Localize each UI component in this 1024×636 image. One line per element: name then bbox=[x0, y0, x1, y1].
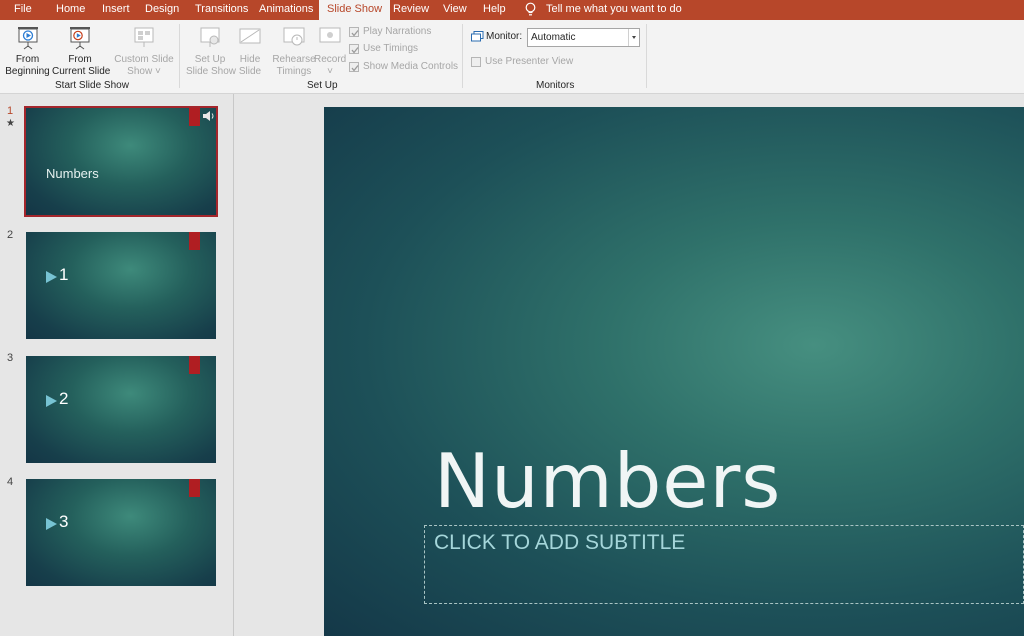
from-current-label-2: Current Slide bbox=[52, 66, 111, 77]
monitor-label: Monitor: bbox=[486, 31, 523, 42]
from-beginning-label-2: Beginning bbox=[5, 66, 50, 77]
slide-thumbnail-1[interactable]: Numbers bbox=[24, 106, 218, 217]
tab-file[interactable]: File bbox=[14, 0, 32, 20]
from-current-slide-button[interactable]: From Current Slide bbox=[52, 25, 111, 78]
use-timings-checkbox[interactable]: Use Timings bbox=[349, 42, 418, 56]
slide-number: 2 bbox=[7, 229, 14, 241]
tag-marker bbox=[189, 356, 200, 374]
custom-slide-show-button[interactable]: Custom Slide Show ˅ bbox=[114, 25, 174, 78]
bullet-triangle-icon bbox=[46, 271, 57, 283]
ribbon-panel: From Beginning From Current Slide Custom… bbox=[0, 20, 1024, 94]
use-timings-label: Use Timings bbox=[363, 43, 419, 54]
tab-transitions[interactable]: Transitions bbox=[195, 0, 248, 20]
bullet-triangle-icon bbox=[46, 395, 57, 407]
group-separator bbox=[462, 24, 463, 88]
record-label-1: Record bbox=[314, 54, 347, 65]
tab-review[interactable]: Review bbox=[393, 0, 429, 20]
slide-number: 3 bbox=[7, 352, 14, 364]
set-up-group-label: Set Up bbox=[307, 80, 338, 91]
use-timings-check-icon bbox=[349, 44, 359, 54]
play-narrations-check-icon bbox=[349, 27, 359, 37]
custom-slide-show-icon bbox=[134, 27, 154, 47]
custom-show-label-1: Custom Slide bbox=[114, 54, 174, 65]
tab-animations[interactable]: Animations bbox=[259, 0, 313, 20]
slide-thumbnail-4[interactable]: 3 bbox=[26, 479, 216, 586]
monitor-icon bbox=[471, 31, 484, 42]
hide-slide-label-2: Slide bbox=[238, 66, 262, 77]
thumb-title: 2 bbox=[59, 389, 69, 408]
slide-thumbnails-pane: 1 ★ Numbers 2 1 3 2 4 3 bbox=[0, 94, 234, 636]
slide-number: 1 bbox=[7, 105, 14, 117]
slide-number: 4 bbox=[7, 476, 14, 488]
slide-title[interactable]: Numbers bbox=[434, 437, 781, 525]
tab-slide-show[interactable]: Slide Show bbox=[319, 0, 391, 20]
chevron-down-icon[interactable] bbox=[628, 29, 639, 46]
tell-me-search[interactable]: Tell me what you want to do bbox=[546, 0, 682, 20]
play-narrations-label: Play Narrations bbox=[363, 26, 432, 37]
main-slide-canvas[interactable]: Numbers CLICK TO ADD SUBTITLE bbox=[324, 107, 1024, 636]
rehearse-timings-icon bbox=[283, 27, 305, 46]
lightbulb-icon[interactable] bbox=[524, 2, 537, 17]
from-beginning-label-1: From bbox=[15, 54, 40, 65]
ribbon-tab-bar: File Home Insert Design Transitions Anim… bbox=[0, 0, 1024, 20]
tab-insert[interactable]: Insert bbox=[102, 0, 130, 20]
monitor-select-value: Automatic bbox=[531, 32, 576, 43]
tab-design[interactable]: Design bbox=[145, 0, 179, 20]
set-up-label-1: Set Up bbox=[194, 54, 226, 65]
tab-home[interactable]: Home bbox=[56, 0, 85, 20]
hide-slide-label-1: Hide bbox=[239, 54, 261, 65]
from-current-slide-icon bbox=[70, 27, 90, 50]
speaker-icon bbox=[203, 111, 214, 121]
show-media-controls-checkbox[interactable]: Show Media Controls bbox=[349, 60, 458, 74]
monitors-group-label: Monitors bbox=[536, 80, 575, 91]
monitor-select[interactable]: Automatic bbox=[527, 28, 640, 47]
rehearse-label-2: Timings bbox=[276, 66, 312, 77]
set-up-slide-show-icon bbox=[200, 27, 220, 47]
show-media-controls-label: Show Media Controls bbox=[363, 61, 459, 72]
set-up-slide-show-button[interactable]: Set Up Slide Show bbox=[186, 25, 237, 78]
use-presenter-view-check-icon bbox=[471, 57, 481, 67]
record-label-2: ˅ bbox=[327, 66, 333, 77]
slide-thumbnail-3[interactable]: 2 bbox=[26, 356, 216, 463]
hide-slide-icon bbox=[239, 28, 261, 44]
thumb-title: Numbers bbox=[46, 166, 99, 181]
thumb-title: 1 bbox=[59, 265, 69, 284]
thumb-title: 3 bbox=[59, 512, 69, 531]
bullet-triangle-icon bbox=[46, 518, 57, 530]
set-up-label-2: Slide Show bbox=[186, 66, 237, 77]
tag-marker bbox=[189, 232, 200, 250]
from-current-label-1: From bbox=[68, 54, 92, 65]
tab-view[interactable]: View bbox=[443, 0, 467, 20]
record-button[interactable]: Record ˅ bbox=[314, 25, 346, 78]
hide-slide-button[interactable]: Hide Slide bbox=[236, 25, 264, 78]
rehearse-timings-button[interactable]: Rehearse Timings bbox=[272, 25, 316, 78]
group-separator bbox=[179, 24, 180, 88]
rehearse-label-1: Rehearse bbox=[272, 54, 316, 65]
tag-marker bbox=[189, 108, 200, 126]
animation-star-icon: ★ bbox=[6, 118, 15, 129]
from-beginning-icon bbox=[17, 27, 38, 50]
tab-help[interactable]: Help bbox=[483, 0, 506, 20]
play-narrations-checkbox[interactable]: Play Narrations bbox=[349, 25, 431, 39]
group-separator bbox=[646, 24, 647, 88]
show-media-controls-check-icon bbox=[349, 62, 359, 72]
subtitle-placeholder[interactable]: CLICK TO ADD SUBTITLE bbox=[424, 525, 1024, 604]
subtitle-placeholder-text: CLICK TO ADD SUBTITLE bbox=[434, 531, 686, 554]
use-presenter-view-checkbox[interactable]: Use Presenter View bbox=[471, 55, 573, 69]
tag-marker bbox=[189, 479, 200, 497]
record-icon bbox=[319, 27, 341, 43]
from-beginning-button[interactable]: From Beginning bbox=[5, 25, 50, 78]
use-presenter-view-label: Use Presenter View bbox=[485, 56, 574, 67]
custom-show-label-2: Show ˅ bbox=[127, 66, 161, 77]
start-slide-show-group-label: Start Slide Show bbox=[55, 80, 129, 91]
slide-thumbnail-2[interactable]: 1 bbox=[26, 232, 216, 339]
